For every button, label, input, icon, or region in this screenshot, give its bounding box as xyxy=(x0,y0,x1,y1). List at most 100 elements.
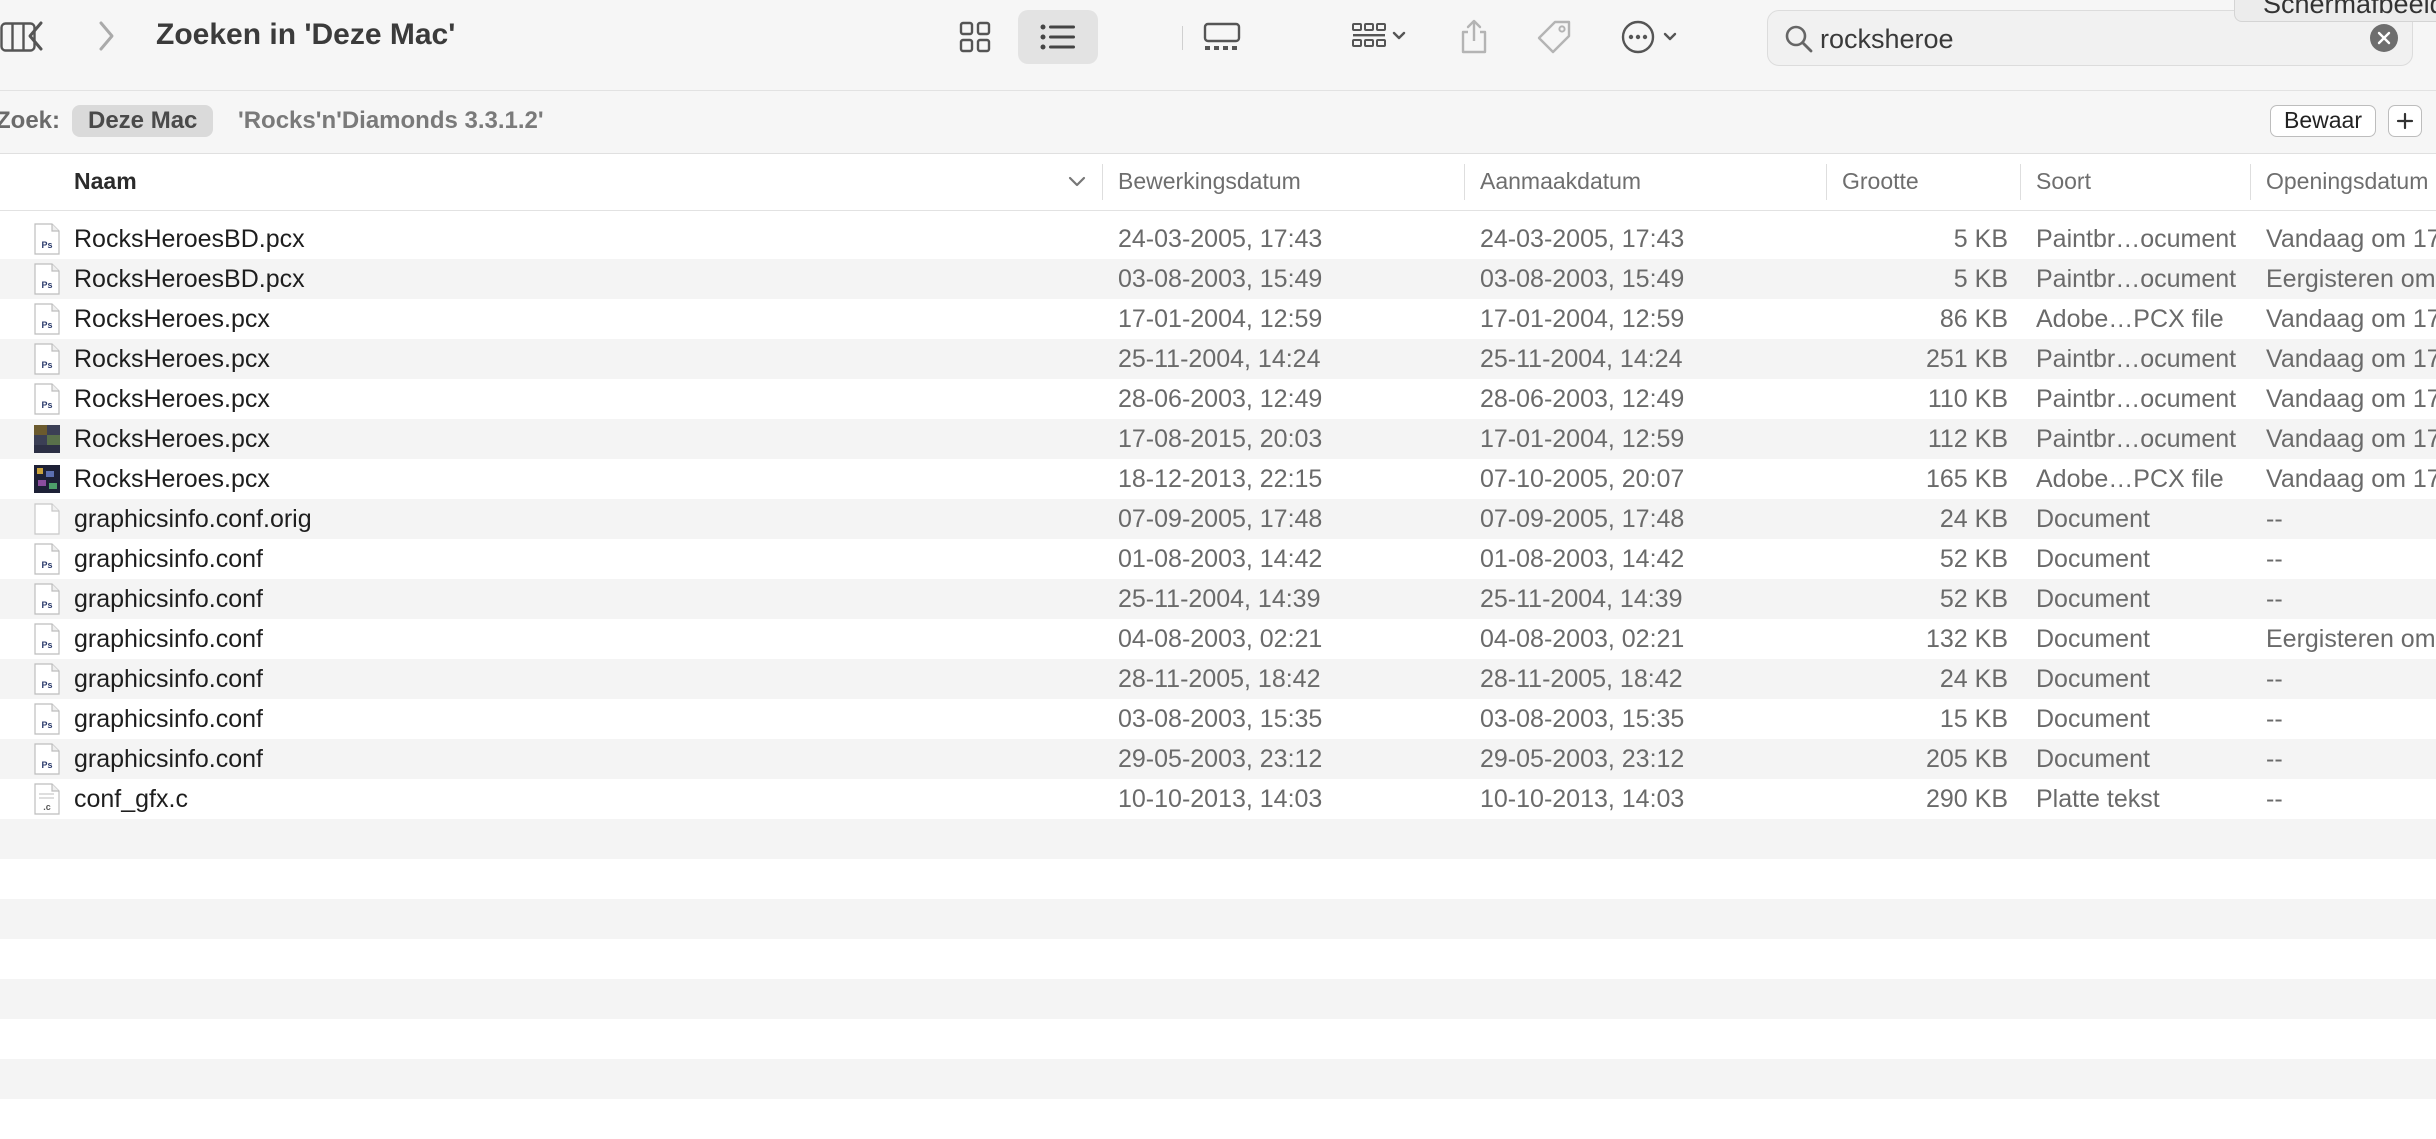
column-kind[interactable]: Soort xyxy=(2036,168,2091,195)
file-modified: 04-08-2003, 02:21 xyxy=(1118,625,1323,653)
column-name[interactable]: Naam xyxy=(74,168,137,195)
file-opened: -- xyxy=(2266,705,2283,733)
search-input[interactable]: rocksheroe xyxy=(1820,24,1954,55)
file-row[interactable]: graphicsinfo.conf.orig 07-09-2005, 17:48 0… xyxy=(0,499,2436,539)
file-row[interactable]: Ps graphicsinfo.conf 25-11-2004, 14:39 25-1… xyxy=(0,579,2436,619)
file-opened: Vandaag om 17 xyxy=(2266,425,2436,453)
file-created: 24-03-2005, 17:43 xyxy=(1480,225,1685,253)
column-divider[interactable] xyxy=(1826,164,1827,200)
group-grid-icon xyxy=(1352,23,1406,47)
clear-x-icon xyxy=(2377,31,2391,45)
file-row[interactable]: Ps graphicsinfo.conf 29-05-2003, 23:12 29-0… xyxy=(0,739,2436,779)
empty-row xyxy=(0,939,2436,979)
file-created: 29-05-2003, 23:12 xyxy=(1480,745,1685,773)
file-kind: Paintbr…ocument xyxy=(2036,265,2237,293)
sort-chevron-down-icon[interactable] xyxy=(1068,176,1086,188)
columns-icon xyxy=(0,22,36,52)
column-divider[interactable] xyxy=(2250,164,2251,200)
file-name: RocksHeroes.pcx xyxy=(74,385,270,413)
svg-text:Ps: Ps xyxy=(41,760,52,770)
list-view-button[interactable] xyxy=(1018,10,1098,64)
more-button[interactable] xyxy=(1614,10,1688,64)
scope-folder[interactable]: 'Rocks'n'Diamonds 3.3.1.2' xyxy=(238,107,544,135)
file-row[interactable]: Ps graphicsinfo.conf 28-11-2005, 18:42 28-1… xyxy=(0,659,2436,699)
gallery-icon xyxy=(1203,22,1241,50)
column-size[interactable]: Grootte xyxy=(1842,168,1919,195)
file-opened: Vandaag om 17 xyxy=(2266,345,2436,373)
file-created: 17-01-2004, 12:59 xyxy=(1480,305,1685,333)
file-kind: Document xyxy=(2036,545,2150,573)
file-row[interactable]: Ps RocksHeroesBD.pcx 24-03-2005, 17:43 24-0… xyxy=(0,219,2436,259)
file-opened: Vandaag om 17 xyxy=(2266,305,2436,333)
file-size: 110 KB xyxy=(1927,385,2008,413)
column-modified[interactable]: Bewerkingsdatum xyxy=(1118,168,1301,195)
file-row[interactable]: Ps RocksHeroes.pcx 28-06-2003, 12:49 28-06-… xyxy=(0,379,2436,419)
screenshot-thumbnail-label[interactable]: Schermafbeelding xyxy=(2234,0,2436,22)
file-opened: Vandaag om 17 xyxy=(2266,225,2436,253)
save-search-button[interactable]: Bewaar xyxy=(2270,105,2376,137)
clear-search-button[interactable] xyxy=(2370,24,2398,52)
forward-button[interactable] xyxy=(84,14,128,58)
empty-row xyxy=(0,1019,2436,1059)
column-divider[interactable] xyxy=(1464,164,1465,200)
file-row[interactable]: .c conf_gfx.c 10-10-2013, 14:03 10-10-2013,… xyxy=(0,779,2436,819)
file-kind: Document xyxy=(2036,625,2150,653)
photoshop-document-icon: Ps xyxy=(34,383,60,415)
empty-row xyxy=(0,859,2436,899)
gallery-view-button[interactable] xyxy=(1194,10,1250,64)
chevron-right-icon xyxy=(99,21,114,51)
file-row[interactable]: Ps RocksHeroesBD.pcx 03-08-2003, 15:49 03-0… xyxy=(0,259,2436,299)
file-opened: Eergisteren om xyxy=(2266,625,2436,653)
column-opened[interactable]: Openingsdatum xyxy=(2266,168,2428,195)
file-name: graphicsinfo.conf xyxy=(74,745,264,773)
file-size: 165 KB xyxy=(1925,465,2008,493)
file-size: 5 KB xyxy=(1953,265,2008,293)
column-divider[interactable] xyxy=(1102,164,1103,200)
file-row[interactable]: Ps graphicsinfo.conf 04-08-2003, 02:21 04-0… xyxy=(0,619,2436,659)
file-opened: -- xyxy=(2266,505,2283,533)
group-button[interactable] xyxy=(1340,10,1420,64)
file-row[interactable]: Ps RocksHeroes.pcx 25-11-2004, 14:24 25-11-… xyxy=(0,339,2436,379)
file-kind: Platte tekst xyxy=(2036,785,2160,813)
icon-view-button[interactable] xyxy=(950,10,1000,64)
file-row[interactable]: RocksHeroes.pcx 17-08-2015, 20:03 17-01-20… xyxy=(0,419,2436,459)
file-size: 290 KB xyxy=(1925,785,2008,813)
file-size: 24 KB xyxy=(1939,505,2008,533)
column-divider[interactable] xyxy=(2020,164,2021,200)
file-created: 07-09-2005, 17:48 xyxy=(1480,505,1685,533)
file-name: graphicsinfo.conf xyxy=(74,585,264,613)
file-name: graphicsinfo.conf xyxy=(74,665,264,693)
svg-text:Ps: Ps xyxy=(41,240,52,250)
file-row[interactable]: Ps graphicsinfo.conf 01-08-2003, 14:42 01-0… xyxy=(0,539,2436,579)
plus-icon xyxy=(2396,112,2414,130)
file-modified: 03-08-2003, 15:49 xyxy=(1118,265,1323,293)
column-created[interactable]: Aanmaakdatum xyxy=(1480,168,1641,195)
file-modified: 28-06-2003, 12:49 xyxy=(1118,385,1323,413)
file-created: 04-08-2003, 02:21 xyxy=(1480,625,1685,653)
toolbar: Zoeken in 'Deze Mac' rocksheroe Schermaf… xyxy=(0,0,2436,91)
add-criteria-button[interactable] xyxy=(2388,105,2422,137)
file-size: 132 KB xyxy=(1925,625,2008,653)
file-name: RocksHeroes.pcx xyxy=(74,305,270,333)
file-opened: -- xyxy=(2266,585,2283,613)
file-kind: Document xyxy=(2036,705,2150,733)
file-modified: 10-10-2013, 14:03 xyxy=(1118,785,1323,813)
tag-button[interactable] xyxy=(1530,10,1578,64)
file-modified: 17-01-2004, 12:59 xyxy=(1118,305,1323,333)
file-row[interactable]: Ps RocksHeroes.pcx 17-01-2004, 12:59 17-01-… xyxy=(0,299,2436,339)
file-modified: 17-08-2015, 20:03 xyxy=(1118,425,1323,453)
column-view-button[interactable] xyxy=(0,10,36,64)
photoshop-document-icon: Ps xyxy=(34,223,60,255)
magnifier-icon xyxy=(1785,25,1813,53)
file-created: 25-11-2004, 14:24 xyxy=(1480,345,1683,373)
empty-list-area xyxy=(0,819,2436,1139)
share-button[interactable] xyxy=(1452,10,1496,64)
file-size: 15 KB xyxy=(1939,705,2008,733)
empty-row xyxy=(0,819,2436,859)
photoshop-document-icon: Ps xyxy=(34,743,60,775)
toolbar-divider xyxy=(1182,26,1183,50)
scope-label: Zoek: xyxy=(0,107,61,134)
file-row[interactable]: Ps graphicsinfo.conf 03-08-2003, 15:35 03-0… xyxy=(0,699,2436,739)
file-row[interactable]: RocksHeroes.pcx 18-12-2013, 22:15 07-10-20… xyxy=(0,459,2436,499)
scope-this-mac[interactable]: Deze Mac xyxy=(72,105,214,137)
